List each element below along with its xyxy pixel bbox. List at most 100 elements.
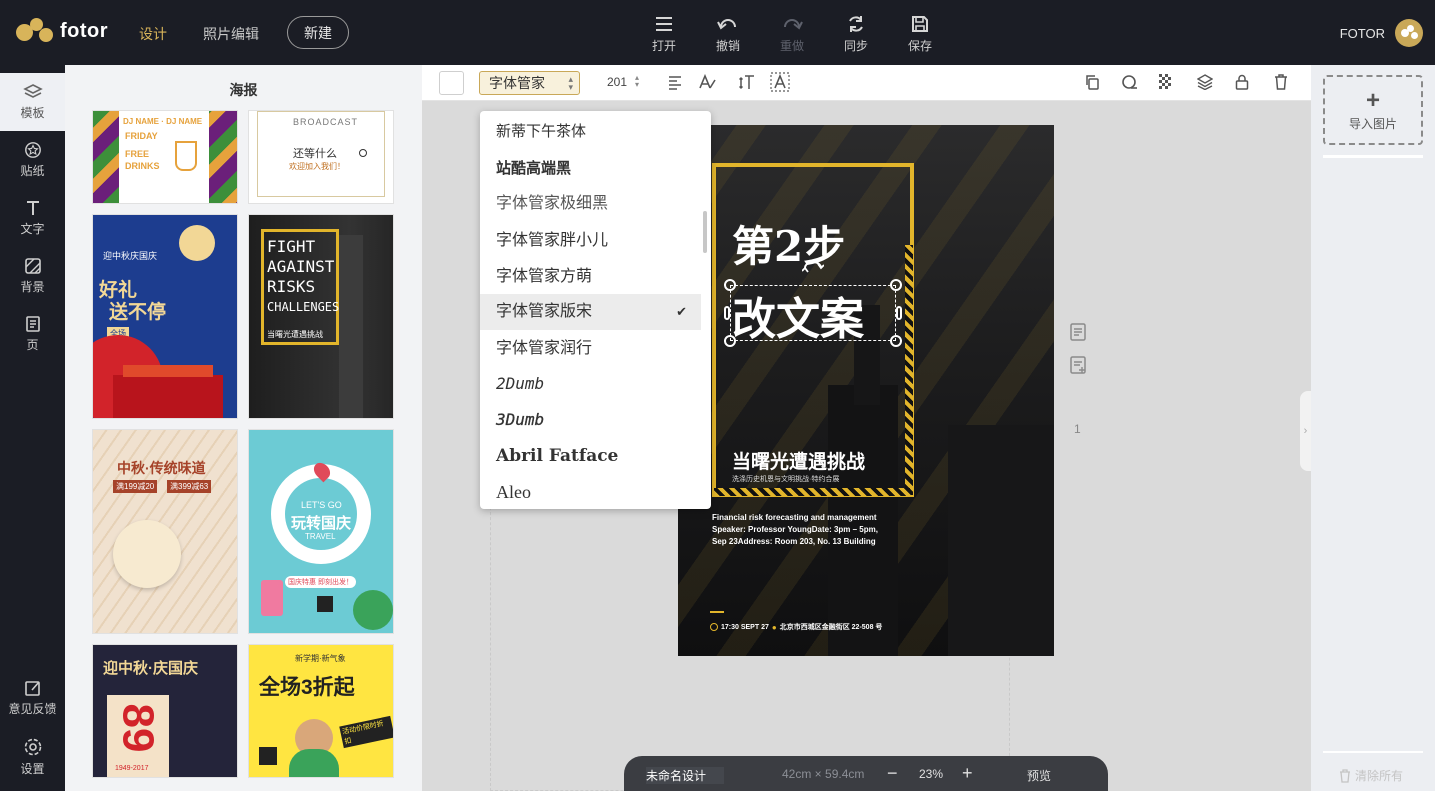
poster-info-line: Financial risk forecasting and managemen…	[712, 513, 877, 522]
font-option[interactable]: Aleo	[480, 474, 701, 509]
resize-handle[interactable]	[724, 306, 730, 320]
template-thumbnail[interactable]: 新学期·新气象 全场3折起 活动价限时折扣	[249, 645, 393, 777]
font-dropdown[interactable]: 新蒂下午茶体 站酷高端黑 字体管家极细黑 字体管家胖小儿 字体管家方萌 字体管家…	[480, 111, 711, 509]
check-icon: ✔	[676, 304, 687, 319]
font-size-select[interactable]: 201 ▴ ▾	[607, 74, 639, 90]
layers-icon[interactable]	[1197, 74, 1213, 90]
tab-photo-edit[interactable]: 照片编辑	[203, 24, 259, 44]
line-height-icon[interactable]	[739, 74, 755, 90]
clear-all-button[interactable]: 清除所有	[1339, 767, 1403, 784]
transparency-icon[interactable]	[1159, 74, 1173, 90]
zoom-level[interactable]: 23%	[919, 767, 943, 781]
poster-footer[interactable]: 17:30 SEPT 27 ● 北京市西城区金融街区 22-508 号	[710, 622, 882, 632]
nav-feedback-label: 意见反馈	[8, 702, 57, 716]
font-option[interactable]: 新蒂下午茶体	[480, 113, 701, 149]
nav-pages[interactable]: 页	[0, 305, 65, 363]
nav-stickers[interactable]: 贴纸	[0, 131, 65, 189]
template-text: 国庆特惠 即刻出发！	[285, 576, 356, 588]
collapse-right-panel-button[interactable]: ›	[1300, 391, 1311, 471]
template-thumbnail[interactable]: 迎中秋·庆国庆 89 1949-2017	[93, 645, 237, 777]
text-color-swatch[interactable]	[439, 71, 464, 95]
template-text: 1949-2017	[115, 765, 149, 772]
rotate-handle-icon[interactable]	[802, 259, 824, 275]
redo-label: 重做	[779, 39, 804, 53]
resize-handle[interactable]	[724, 335, 736, 347]
add-page-icon[interactable]	[1070, 356, 1086, 374]
nav-templates-label: 模板	[20, 106, 45, 120]
poster-step[interactable]: 第2步	[732, 213, 845, 274]
brand-name: fotor	[60, 19, 109, 42]
align-icon[interactable]	[667, 74, 683, 90]
template-thumbnail[interactable]: 中秋·传统味道 满199减20 满399减63	[93, 430, 237, 633]
sync-button[interactable]: 同步	[836, 15, 876, 54]
resize-handle[interactable]	[724, 279, 736, 291]
sticker-icon	[24, 142, 41, 158]
nav-text[interactable]: 文字	[0, 189, 65, 247]
poster-subtitle[interactable]: 洗涤历史机恩与文明挑战·特约合展	[732, 474, 839, 484]
tab-design[interactable]: 设计	[139, 24, 167, 44]
dropdown-scrollbar[interactable]	[703, 211, 707, 253]
logo-mark	[16, 18, 54, 44]
font-option[interactable]: 3Dumb	[480, 402, 701, 438]
lock-icon[interactable]	[1235, 74, 1249, 90]
letter-spacing-icon[interactable]	[698, 74, 716, 90]
import-image-button[interactable]: + 导入图片	[1323, 75, 1423, 145]
redo-icon	[784, 19, 803, 30]
nav-feedback[interactable]: 意见反馈	[0, 669, 65, 727]
open-button[interactable]: 打开	[644, 15, 684, 54]
nav-background[interactable]: 背景	[0, 247, 65, 305]
save-button[interactable]: 保存	[900, 15, 940, 54]
undo-button[interactable]: 撤销	[708, 15, 748, 54]
template-panel: 海报 DJ NAME · DJ NAME FRIDAY FREE DRINKS …	[65, 65, 422, 791]
template-thumbnail[interactable]: DJ NAME · DJ NAME FRIDAY FREE DRINKS	[93, 111, 237, 203]
nav-settings[interactable]: 设置	[0, 727, 65, 785]
template-text: 还等什么	[293, 148, 337, 160]
fotor-editor: fotor 设计 照片编辑 新建 打开 撤销 重做 同步 保存 FOTOR 模板…	[0, 0, 1435, 791]
clock-icon	[710, 623, 718, 631]
design-name[interactable]: 未命名设计	[646, 767, 725, 784]
resize-handle[interactable]	[890, 335, 902, 347]
new-button[interactable]: 新建	[287, 16, 349, 49]
nav-templates[interactable]: 模板	[0, 73, 65, 131]
resize-handle[interactable]	[896, 306, 902, 320]
user-menu[interactable]: FOTOR	[1340, 19, 1423, 47]
text-effect-icon[interactable]	[770, 72, 790, 92]
font-option[interactable]: 字体管家方萌	[480, 258, 701, 294]
fotor-logo[interactable]: fotor	[16, 18, 108, 44]
template-thumbnail[interactable]: BROADCAST 还等什么 欢迎加入我们！	[249, 111, 393, 203]
mask-icon[interactable]	[1121, 74, 1139, 90]
preview-button[interactable]: 预览	[1027, 767, 1051, 784]
poster-footer-time: 17:30 SEPT 27	[721, 623, 769, 631]
poster-canvas[interactable]: 第2步 改文案 当曙光遭遇挑战 洗涤历史机恩与文明挑战·特约合展 Financi…	[678, 125, 1054, 656]
page-size: 42cm × 59.4cm	[782, 767, 865, 781]
template-thumbnail[interactable]: 迎中秋庆国庆 好礼 送不停 全场	[93, 215, 237, 418]
copy-icon[interactable]	[1084, 74, 1100, 90]
template-text: 中秋·传统味道	[117, 460, 206, 476]
nav-text-label: 文字	[20, 222, 45, 236]
poster-headline[interactable]: 改文案	[732, 283, 864, 347]
template-text: 新学期·新气象	[295, 654, 346, 663]
poster-title[interactable]: 当曙光遭遇挑战	[732, 447, 865, 474]
template-thumbnail[interactable]: FIGHT AGAINST RISKS CHALLENGES 当曙光遭遇挑战	[249, 215, 393, 418]
resize-handle[interactable]	[890, 279, 902, 291]
template-text: FREE	[125, 149, 150, 159]
template-thumbnail[interactable]: LET'S GO 玩转国庆 TRAVEL 国庆特惠 即刻出发！	[249, 430, 393, 633]
redo-button[interactable]: 重做	[772, 15, 812, 54]
template-text: TRAVEL	[305, 532, 336, 541]
font-option[interactable]: Abril Fatface	[480, 438, 701, 474]
updown-arrow-icon: ▴ ▾	[568, 74, 573, 92]
plus-icon: +	[1365, 87, 1380, 114]
font-option[interactable]: 字体管家润行	[480, 330, 701, 366]
poster-info[interactable]: Financial risk forecasting and managemen…	[712, 512, 878, 548]
font-option[interactable]: 字体管家胖小儿	[480, 222, 701, 258]
font-family-select[interactable]: 字体管家 ▴ ▾	[479, 71, 580, 95]
font-option[interactable]: 2Dumb	[480, 366, 701, 402]
bottom-status-bar: 未命名设计 42cm × 59.4cm − 23% + 预览	[624, 756, 1108, 791]
zoom-out-button[interactable]: −	[887, 763, 898, 784]
zoom-in-button[interactable]: +	[962, 763, 973, 784]
notes-icon[interactable]	[1070, 323, 1086, 341]
font-option-selected[interactable]: 字体管家版宋 ✔	[480, 294, 701, 330]
font-option[interactable]: 字体管家极细黑	[480, 186, 701, 222]
delete-icon[interactable]	[1274, 74, 1288, 90]
font-option[interactable]: 站酷高端黑	[480, 151, 701, 187]
